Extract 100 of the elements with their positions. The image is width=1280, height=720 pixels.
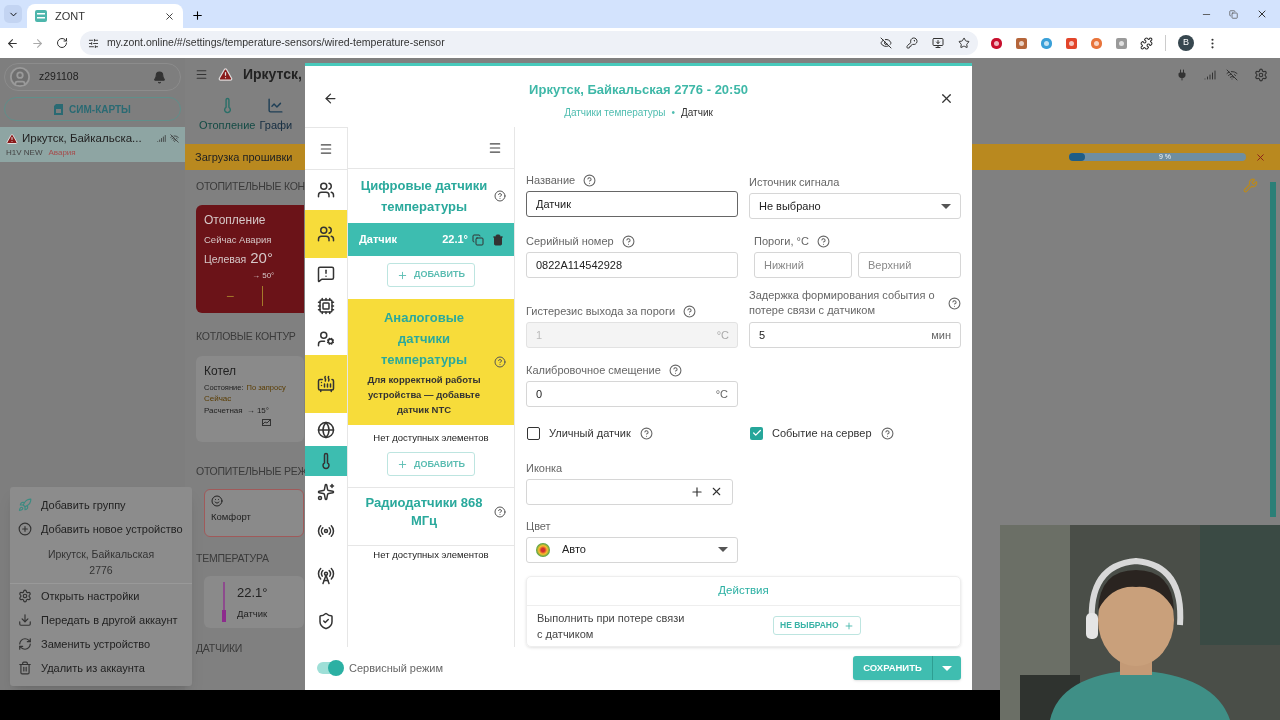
field-label: Источник сигнала bbox=[749, 175, 840, 189]
favicon-icon bbox=[35, 10, 47, 22]
browser-tab[interactable]: ZONT bbox=[27, 4, 183, 28]
help-icon[interactable] bbox=[621, 234, 635, 248]
menu-item[interactable]: Удалить из аккаунта bbox=[10, 656, 192, 680]
menu-icon[interactable] bbox=[319, 141, 333, 156]
menu-heading: Иркутск, Байкальская 2776 bbox=[10, 541, 192, 584]
sim-card-icon bbox=[54, 103, 64, 115]
menu-item[interactable]: Добавить новое устройство bbox=[10, 517, 192, 541]
extension-icon[interactable] bbox=[1115, 36, 1128, 50]
caret-icon[interactable] bbox=[718, 547, 728, 552]
unit-label: °C bbox=[715, 386, 728, 402]
checkbox[interactable] bbox=[750, 426, 763, 440]
card-title: Отопление bbox=[204, 211, 267, 229]
now-label: Сейчас bbox=[204, 392, 233, 405]
menu-item[interactable]: Открыть настройки bbox=[10, 584, 192, 608]
help-icon[interactable] bbox=[816, 234, 830, 248]
refresh-icon bbox=[18, 637, 32, 651]
extension-icon[interactable] bbox=[1065, 36, 1078, 50]
smile-icon bbox=[211, 495, 223, 508]
address-bar[interactable]: my.zont.online/#/settings/temperature-sensors/wired-temperature-sensor bbox=[80, 31, 978, 55]
menu-item[interactable]: Добавить группу bbox=[10, 493, 192, 517]
decrease-button[interactable]: − bbox=[226, 285, 235, 307]
nav-item[interactable] bbox=[305, 210, 347, 258]
profile-avatar[interactable]: B bbox=[1178, 35, 1194, 51]
help-icon[interactable] bbox=[668, 363, 682, 377]
close-icon[interactable] bbox=[939, 91, 954, 106]
help-icon[interactable] bbox=[948, 296, 961, 310]
install-icon[interactable] bbox=[932, 37, 944, 49]
select-action-button[interactable]: НЕ ВЫБРАНО bbox=[773, 616, 861, 635]
download-icon bbox=[18, 613, 32, 627]
checkbox[interactable] bbox=[527, 426, 540, 440]
help-icon[interactable] bbox=[880, 426, 894, 440]
menu-item[interactable]: Заменить устройство bbox=[10, 632, 192, 656]
help-icon[interactable] bbox=[583, 173, 597, 187]
extensions-icon[interactable] bbox=[1140, 36, 1153, 50]
toggle-switch[interactable] bbox=[317, 662, 343, 675]
menu-icon[interactable] bbox=[488, 140, 502, 155]
group-icon bbox=[317, 225, 335, 243]
chart-icon bbox=[267, 97, 285, 114]
copy-icon[interactable] bbox=[472, 233, 484, 246]
eye-off-icon[interactable] bbox=[880, 37, 892, 49]
empty-message: Нет доступных элементов bbox=[348, 545, 514, 563]
section-note: Для корректной работы устройства — добавьте датчик NTC bbox=[366, 373, 482, 417]
help-icon[interactable] bbox=[494, 506, 506, 519]
bell-icon[interactable] bbox=[153, 70, 166, 84]
key-icon[interactable] bbox=[906, 37, 918, 49]
trash-icon bbox=[18, 661, 32, 675]
extension-icon[interactable] bbox=[990, 36, 1003, 50]
serial-field[interactable]: 0822A114542928 bbox=[526, 252, 738, 278]
name-field[interactable]: Датчик bbox=[526, 191, 738, 217]
clear-icon[interactable] bbox=[710, 485, 723, 498]
settings-icon[interactable] bbox=[1254, 67, 1268, 82]
caret-icon[interactable] bbox=[941, 203, 951, 209]
select-field[interactable]: Не выбрано bbox=[749, 193, 961, 219]
icon-field[interactable] bbox=[526, 478, 733, 505]
section-heading: ТЕМПЕРАТУРА bbox=[196, 551, 270, 567]
field-label: Калибровочное смещение bbox=[526, 363, 661, 377]
site-settings-icon[interactable] bbox=[88, 37, 99, 49]
gear-icon bbox=[18, 589, 32, 603]
help-icon[interactable] bbox=[494, 356, 506, 368]
field-label: Серийный номер bbox=[526, 234, 614, 248]
collapse-menu-icon[interactable] bbox=[195, 68, 208, 81]
back-icon[interactable] bbox=[323, 91, 338, 106]
back-icon[interactable] bbox=[6, 36, 19, 50]
username: z291108 bbox=[39, 69, 80, 85]
tab[interactable]: Отопление bbox=[199, 91, 256, 134]
nav-item[interactable] bbox=[305, 355, 347, 413]
antenna-icon bbox=[317, 566, 335, 585]
help-icon[interactable] bbox=[639, 426, 653, 440]
close-window-icon[interactable] bbox=[1256, 8, 1268, 20]
rocket-icon bbox=[18, 498, 32, 512]
device-item[interactable]: Иркутск, Байкальска... H1V NEW Авария bbox=[0, 127, 185, 163]
tab[interactable]: Графи bbox=[259, 91, 293, 134]
trash-icon[interactable] bbox=[492, 233, 504, 246]
select-field[interactable]: Авто bbox=[526, 536, 738, 563]
new-tab-icon[interactable] bbox=[191, 9, 204, 22]
number-field[interactable]: 0 °C bbox=[526, 381, 738, 407]
bookmark-icon[interactable] bbox=[958, 37, 970, 49]
page-title: Иркутск, bbox=[243, 65, 302, 84]
threshold-input[interactable]: Нижний bbox=[754, 252, 852, 278]
help-icon[interactable] bbox=[494, 190, 506, 202]
color-swatch-icon bbox=[536, 542, 550, 557]
number-field[interactable]: 5 мин bbox=[749, 322, 961, 348]
extension-icon[interactable] bbox=[1015, 36, 1028, 50]
menu-item[interactable]: Передать в другой аккаунт bbox=[10, 608, 192, 632]
card-title: Котел bbox=[204, 362, 238, 380]
device-name: Иркутск, Байкальска... bbox=[22, 131, 143, 146]
close-tab-icon[interactable] bbox=[164, 10, 175, 22]
nav-item[interactable] bbox=[305, 446, 347, 476]
extension-icon[interactable] bbox=[1090, 36, 1103, 50]
extension-icon[interactable] bbox=[1040, 36, 1053, 50]
section-title: Радиодатчики 868 МГц bbox=[364, 494, 484, 531]
threshold-input[interactable]: Верхний bbox=[858, 252, 961, 278]
tab-list-button[interactable] bbox=[4, 5, 22, 23]
reload-icon[interactable] bbox=[56, 37, 68, 49]
shield-check-icon bbox=[317, 611, 335, 630]
gauge-bar-icon bbox=[221, 582, 227, 622]
add-icon[interactable] bbox=[690, 484, 704, 499]
user-gear-icon bbox=[317, 329, 335, 348]
